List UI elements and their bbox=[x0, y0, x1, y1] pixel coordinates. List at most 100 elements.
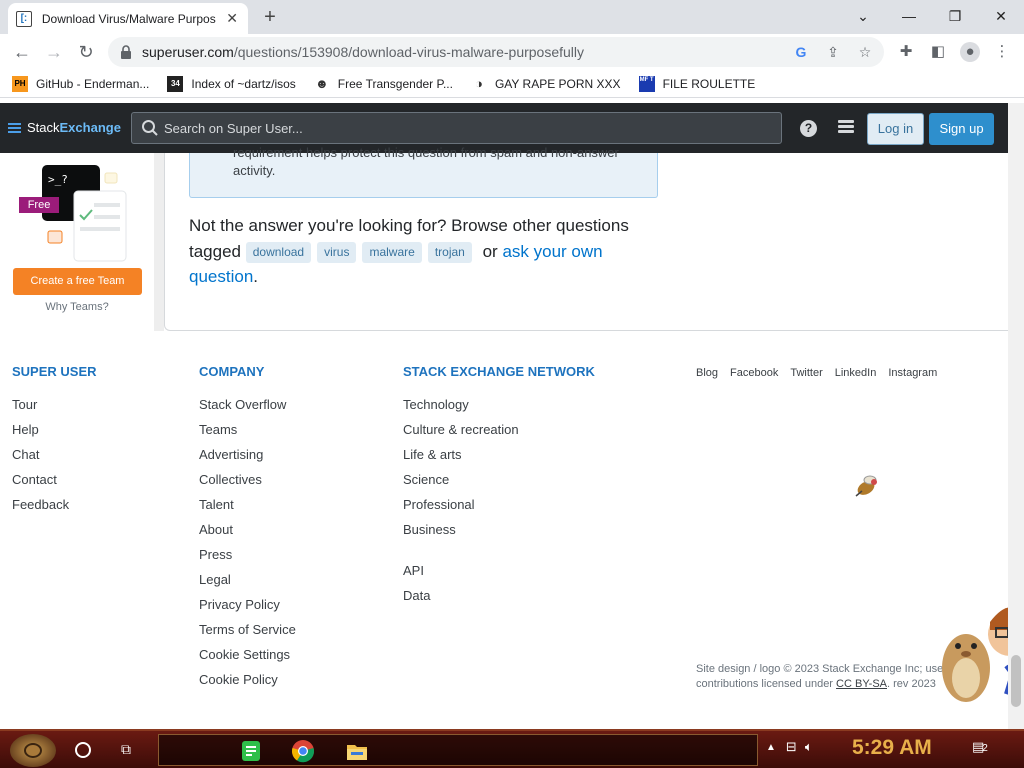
footer-link-cookie-settings[interactable]: Cookie Settings bbox=[199, 646, 296, 671]
footer-link-press[interactable]: Press bbox=[199, 546, 296, 571]
taskbar-apps bbox=[158, 734, 758, 766]
protected-question-notice: requirement helps protect this question … bbox=[189, 145, 658, 198]
back-arrow-icon[interactable]: ← bbox=[10, 40, 34, 64]
bookmark-github[interactable]: PH GitHub - Enderman... bbox=[12, 75, 150, 92]
page-scrollbar[interactable] bbox=[1008, 103, 1024, 729]
tab-search-chevron-icon[interactable]: ⌄ bbox=[840, 4, 886, 28]
taskbar-clock[interactable]: 5:29 AM bbox=[852, 736, 932, 760]
footer-link-business[interactable]: Business bbox=[403, 521, 595, 546]
tag-download[interactable]: download bbox=[245, 241, 312, 263]
browser-toolbar: ← → ↻ superuser.com/questions/153908/dow… bbox=[0, 34, 1024, 70]
footer-link-legal[interactable]: Legal bbox=[199, 571, 296, 596]
tag-virus[interactable]: virus bbox=[317, 241, 357, 263]
tab-strip: [: Download Virus/Malware Purpos ✕ + ⌄ —… bbox=[0, 0, 1024, 34]
footer-link-contact[interactable]: Contact bbox=[12, 471, 97, 496]
show-hidden-icons-icon[interactable]: ▲ bbox=[766, 742, 776, 753]
bookmark-gay-rape-porn[interactable]: ◑ GAY RAPE PORN XXX bbox=[471, 76, 621, 92]
footer-link-help[interactable]: Help bbox=[12, 421, 97, 446]
stackexchange-menu-icon bbox=[8, 121, 21, 135]
share-icon[interactable]: ⇪ bbox=[824, 43, 842, 61]
bookmark-file-roulette[interactable]: MF T FILE ROULETTE bbox=[638, 75, 756, 92]
signup-button[interactable]: Sign up bbox=[929, 113, 994, 145]
profile-avatar-icon[interactable]: ● bbox=[960, 42, 980, 62]
footer-link-collectives[interactable]: Collectives bbox=[199, 471, 296, 496]
bookmark-label: GitHub - Enderman... bbox=[36, 76, 150, 91]
restore-button[interactable]: ❐ bbox=[932, 4, 978, 28]
footer-link-feedback[interactable]: Feedback bbox=[12, 496, 97, 521]
address-bar[interactable]: superuser.com/questions/153908/download-… bbox=[108, 37, 884, 67]
site-switcher-icon[interactable] bbox=[838, 120, 854, 136]
reload-icon[interactable]: ↻ bbox=[74, 40, 98, 64]
tag-trojan[interactable]: trojan bbox=[427, 241, 472, 263]
footer-link-life-arts[interactable]: Life & arts bbox=[403, 446, 595, 471]
footer-link-culture[interactable]: Culture & recreation bbox=[403, 421, 595, 446]
footer-heading[interactable]: Stack Exchange Network bbox=[403, 364, 595, 379]
site-favicon-icon: ☻ bbox=[314, 75, 329, 91]
copyright-line-1: Site design / logo © 2023 Stack Exchange… bbox=[696, 663, 947, 675]
stackexchange-logo[interactable]: Stack Exchange bbox=[8, 120, 121, 135]
bookmark-label: FILE ROULETTE bbox=[662, 76, 756, 91]
social-link-facebook[interactable]: Facebook bbox=[730, 367, 778, 379]
or-text: or bbox=[482, 241, 498, 261]
chrome-icon[interactable] bbox=[291, 739, 315, 763]
scrollbar-thumb[interactable] bbox=[1011, 655, 1021, 707]
tag-malware[interactable]: malware bbox=[362, 241, 422, 263]
close-tab-icon[interactable]: ✕ bbox=[224, 10, 240, 27]
close-window-button[interactable]: ✕ bbox=[978, 4, 1024, 28]
footer-link-about[interactable]: About bbox=[199, 521, 296, 546]
social-link-blog[interactable]: Blog bbox=[696, 367, 718, 379]
bookmark-free-transgender[interactable]: ☻ Free Transgender P... bbox=[314, 76, 453, 92]
footer-link-data[interactable]: Data bbox=[403, 587, 595, 612]
ph-favicon-icon: PH bbox=[12, 75, 28, 92]
kebab-menu-icon[interactable]: ⋮ bbox=[992, 42, 1012, 62]
teams-graphic-icon bbox=[42, 165, 127, 262]
footer-heading[interactable]: Super User bbox=[12, 364, 97, 379]
footer-link-stack-overflow[interactable]: Stack Overflow bbox=[199, 396, 296, 421]
license-link[interactable]: CC BY-SA bbox=[836, 678, 887, 690]
google-translate-icon[interactable]: G bbox=[792, 43, 810, 61]
footer-link-cookie-policy[interactable]: Cookie Policy bbox=[199, 671, 296, 696]
footer-link-science[interactable]: Science bbox=[403, 471, 595, 496]
network-icon[interactable]: ⊟ bbox=[786, 739, 797, 755]
extensions-puzzle-icon[interactable]: ✚ bbox=[896, 42, 916, 62]
file-explorer-icon[interactable] bbox=[345, 739, 369, 763]
footer-link-teams[interactable]: Teams bbox=[199, 421, 296, 446]
side-panel-icon[interactable]: ◧ bbox=[928, 42, 948, 62]
create-free-team-button[interactable]: Create a free Team bbox=[13, 268, 142, 295]
footer-link-tour[interactable]: Tour bbox=[12, 396, 97, 421]
folder-index-favicon-icon: 34 bbox=[167, 75, 184, 92]
footer-link-technology[interactable]: Technology bbox=[403, 396, 595, 421]
footer-link-advertising[interactable]: Advertising bbox=[199, 446, 296, 471]
social-link-instagram[interactable]: Instagram bbox=[888, 367, 937, 379]
task-view-icon[interactable]: ⧉ bbox=[121, 741, 139, 758]
help-icon[interactable]: ? bbox=[800, 120, 817, 137]
footer-heading[interactable]: Company bbox=[199, 364, 296, 379]
bookmark-index-isos[interactable]: 34 Index of ~dartz/isos bbox=[167, 75, 296, 92]
volume-icon[interactable]: 🔈︎ bbox=[805, 739, 813, 755]
notes-app-icon[interactable] bbox=[239, 739, 263, 763]
windows-taskbar: ⧉ ▲ ⊟ 🔈︎ 5:29 AM ▤2 bbox=[0, 729, 1024, 768]
footer-link-privacy-policy[interactable]: Privacy Policy bbox=[199, 596, 296, 621]
start-button[interactable] bbox=[10, 734, 56, 767]
social-link-twitter[interactable]: Twitter bbox=[790, 367, 822, 379]
notification-center-icon[interactable]: ▤2 bbox=[972, 739, 992, 759]
footer-col-company: Company Stack Overflow Teams Advertising… bbox=[199, 364, 296, 696]
logo-exchange-text: Exchange bbox=[59, 120, 121, 135]
new-tab-button[interactable]: + bbox=[258, 5, 282, 29]
tab-superuser[interactable]: [: Download Virus/Malware Purpos ✕ bbox=[8, 3, 248, 34]
footer-link-professional[interactable]: Professional bbox=[403, 496, 595, 521]
minimize-button[interactable]: — bbox=[886, 4, 932, 28]
footer-link-terms[interactable]: Terms of Service bbox=[199, 621, 296, 646]
forward-arrow-icon[interactable]: → bbox=[42, 40, 66, 64]
social-link-linkedin[interactable]: LinkedIn bbox=[835, 367, 877, 379]
search-input[interactable] bbox=[164, 117, 764, 139]
footer-link-talent[interactable]: Talent bbox=[199, 496, 296, 521]
why-teams-link[interactable]: Why Teams? bbox=[0, 301, 154, 313]
cortana-search-icon[interactable] bbox=[75, 742, 91, 758]
footer-link-chat[interactable]: Chat bbox=[12, 446, 97, 471]
footer-link-api[interactable]: API bbox=[403, 562, 595, 587]
login-button[interactable]: Log in bbox=[867, 113, 924, 145]
bookmark-star-icon[interactable]: ☆ bbox=[856, 43, 874, 61]
social-links: Blog Facebook Twitter LinkedIn Instagram bbox=[696, 367, 949, 379]
bookmark-label: Free Transgender P... bbox=[337, 76, 453, 91]
